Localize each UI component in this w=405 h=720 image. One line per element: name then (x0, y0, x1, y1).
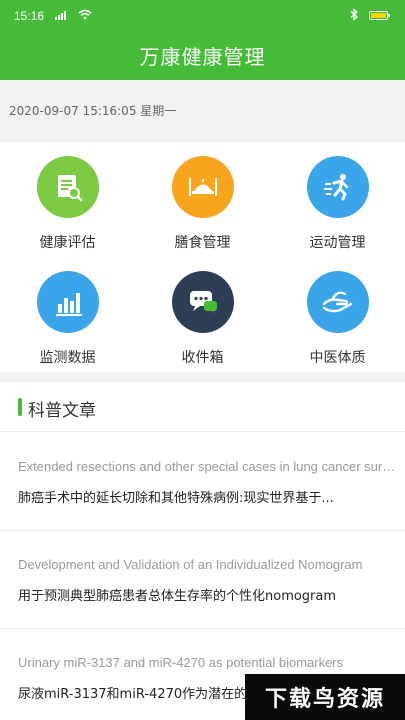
date-bar: 2020-09-07 15:16:05 星期一 (0, 80, 405, 140)
running-icon (306, 156, 369, 218)
grid-item-label: 监测数据 (39, 350, 96, 366)
signal-icon (55, 10, 75, 20)
article-title-en: Development and Validation of an Individ… (18, 557, 363, 572)
grid-item-label: 收件箱 (181, 350, 224, 366)
hands-icon (306, 271, 369, 333)
current-datetime: 2020-09-07 15:16:05 星期一 (9, 104, 177, 118)
function-grid: 健康评估 膳食管理 运动管理 监测数据 收件箱 中医体质 (0, 142, 405, 372)
app-header: 万康健康管理 (0, 30, 405, 80)
article-title-zh: 用于预测典型肺癌患者总体生存率的个性化nomogram (18, 589, 337, 604)
article-title-zh: 肺癌手术中的延长切除和其他特殊病例:现实世界基于... (18, 491, 334, 506)
grid-item-label: 健康评估 (39, 235, 96, 251)
status-time: 15:16 (14, 9, 45, 23)
section-title: 科普文章 (28, 401, 96, 421)
article-item[interactable]: Development and Validation of an Individ… (0, 531, 405, 629)
article-item[interactable]: Extended resections and other special ca… (0, 433, 405, 531)
grid-item-inbox[interactable]: 收件箱 (135, 257, 270, 372)
app-title: 万康健康管理 (139, 44, 266, 69)
section-header: 科普文章 (0, 382, 405, 432)
grid-item-monitoring-data[interactable]: 监测数据 (0, 257, 135, 372)
section-accent-bar (18, 398, 22, 416)
bar-chart-icon (36, 271, 99, 333)
chat-bubble-icon (171, 271, 234, 333)
grid-item-tcm-constitution[interactable]: 中医体质 (270, 257, 405, 372)
grid-item-label: 中医体质 (309, 350, 366, 366)
wifi-icon (78, 9, 92, 23)
report-icon (36, 156, 99, 218)
battery-icon (369, 11, 390, 20)
status-bar: 15:16 (0, 0, 405, 30)
article-title-en: Extended resections and other special ca… (18, 459, 398, 474)
grid-item-label: 运动管理 (309, 235, 366, 251)
grid-item-diet-management[interactable]: 膳食管理 (135, 142, 270, 257)
articles-section: 科普文章 Extended resections and other speci… (0, 382, 405, 720)
watermark-logo: 下载鸟资源 (245, 674, 405, 720)
grid-item-health-assessment[interactable]: 健康评估 (0, 142, 135, 257)
grid-item-exercise-management[interactable]: 运动管理 (270, 142, 405, 257)
bluetooth-icon (350, 8, 359, 24)
dining-icon (171, 156, 234, 218)
article-title-en: Urinary miR-3137 and miR-4270 as potenti… (18, 655, 344, 670)
grid-item-label: 膳食管理 (174, 235, 231, 251)
